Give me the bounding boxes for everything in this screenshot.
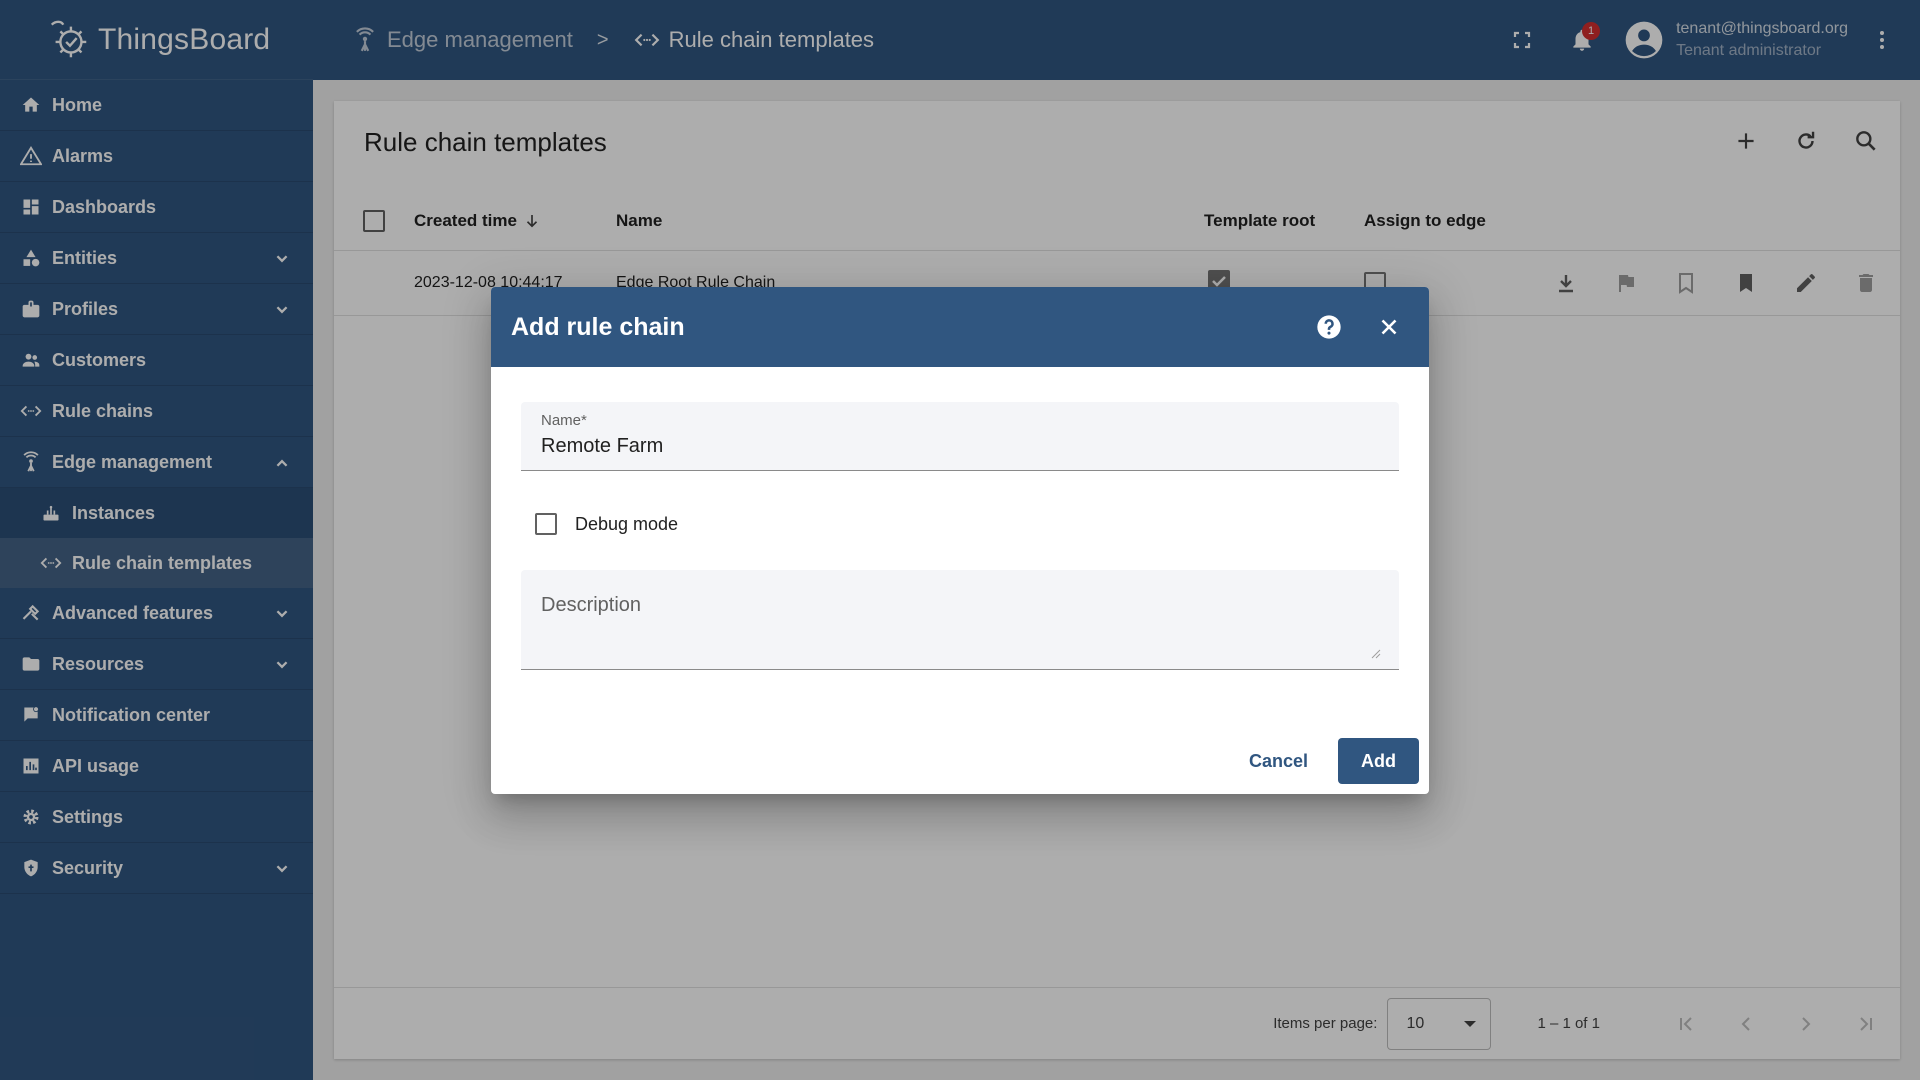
name-input[interactable]: Remote Farm (541, 435, 663, 458)
add-confirm-button[interactable]: Add (1338, 738, 1419, 784)
description-placeholder: Description (541, 594, 642, 616)
close-icon (1381, 319, 1397, 335)
help-icon (1317, 315, 1341, 339)
checkbox-unchecked[interactable] (535, 513, 557, 535)
cancel-button[interactable]: Cancel (1233, 739, 1324, 784)
name-field-label: Name* (541, 412, 587, 429)
debug-mode-label: Debug mode (575, 513, 679, 534)
dialog-header: Add rule chain (491, 287, 1429, 367)
debug-mode-checkbox[interactable]: Debug mode (535, 513, 678, 535)
dialog-actions: Cancel Add (1233, 738, 1419, 784)
dialog-title: Add rule chain (511, 312, 685, 341)
close-button[interactable] (1365, 303, 1413, 351)
dialog-header-actions (1293, 303, 1413, 351)
name-field[interactable]: Name* Remote Farm (521, 402, 1399, 471)
description-field[interactable]: Description (521, 570, 1399, 670)
resize-handle-icon[interactable] (1371, 649, 1381, 659)
add-rule-chain-dialog: Add rule chain Name* Remote Farm Debug m… (491, 287, 1429, 794)
help-button[interactable] (1305, 303, 1353, 351)
